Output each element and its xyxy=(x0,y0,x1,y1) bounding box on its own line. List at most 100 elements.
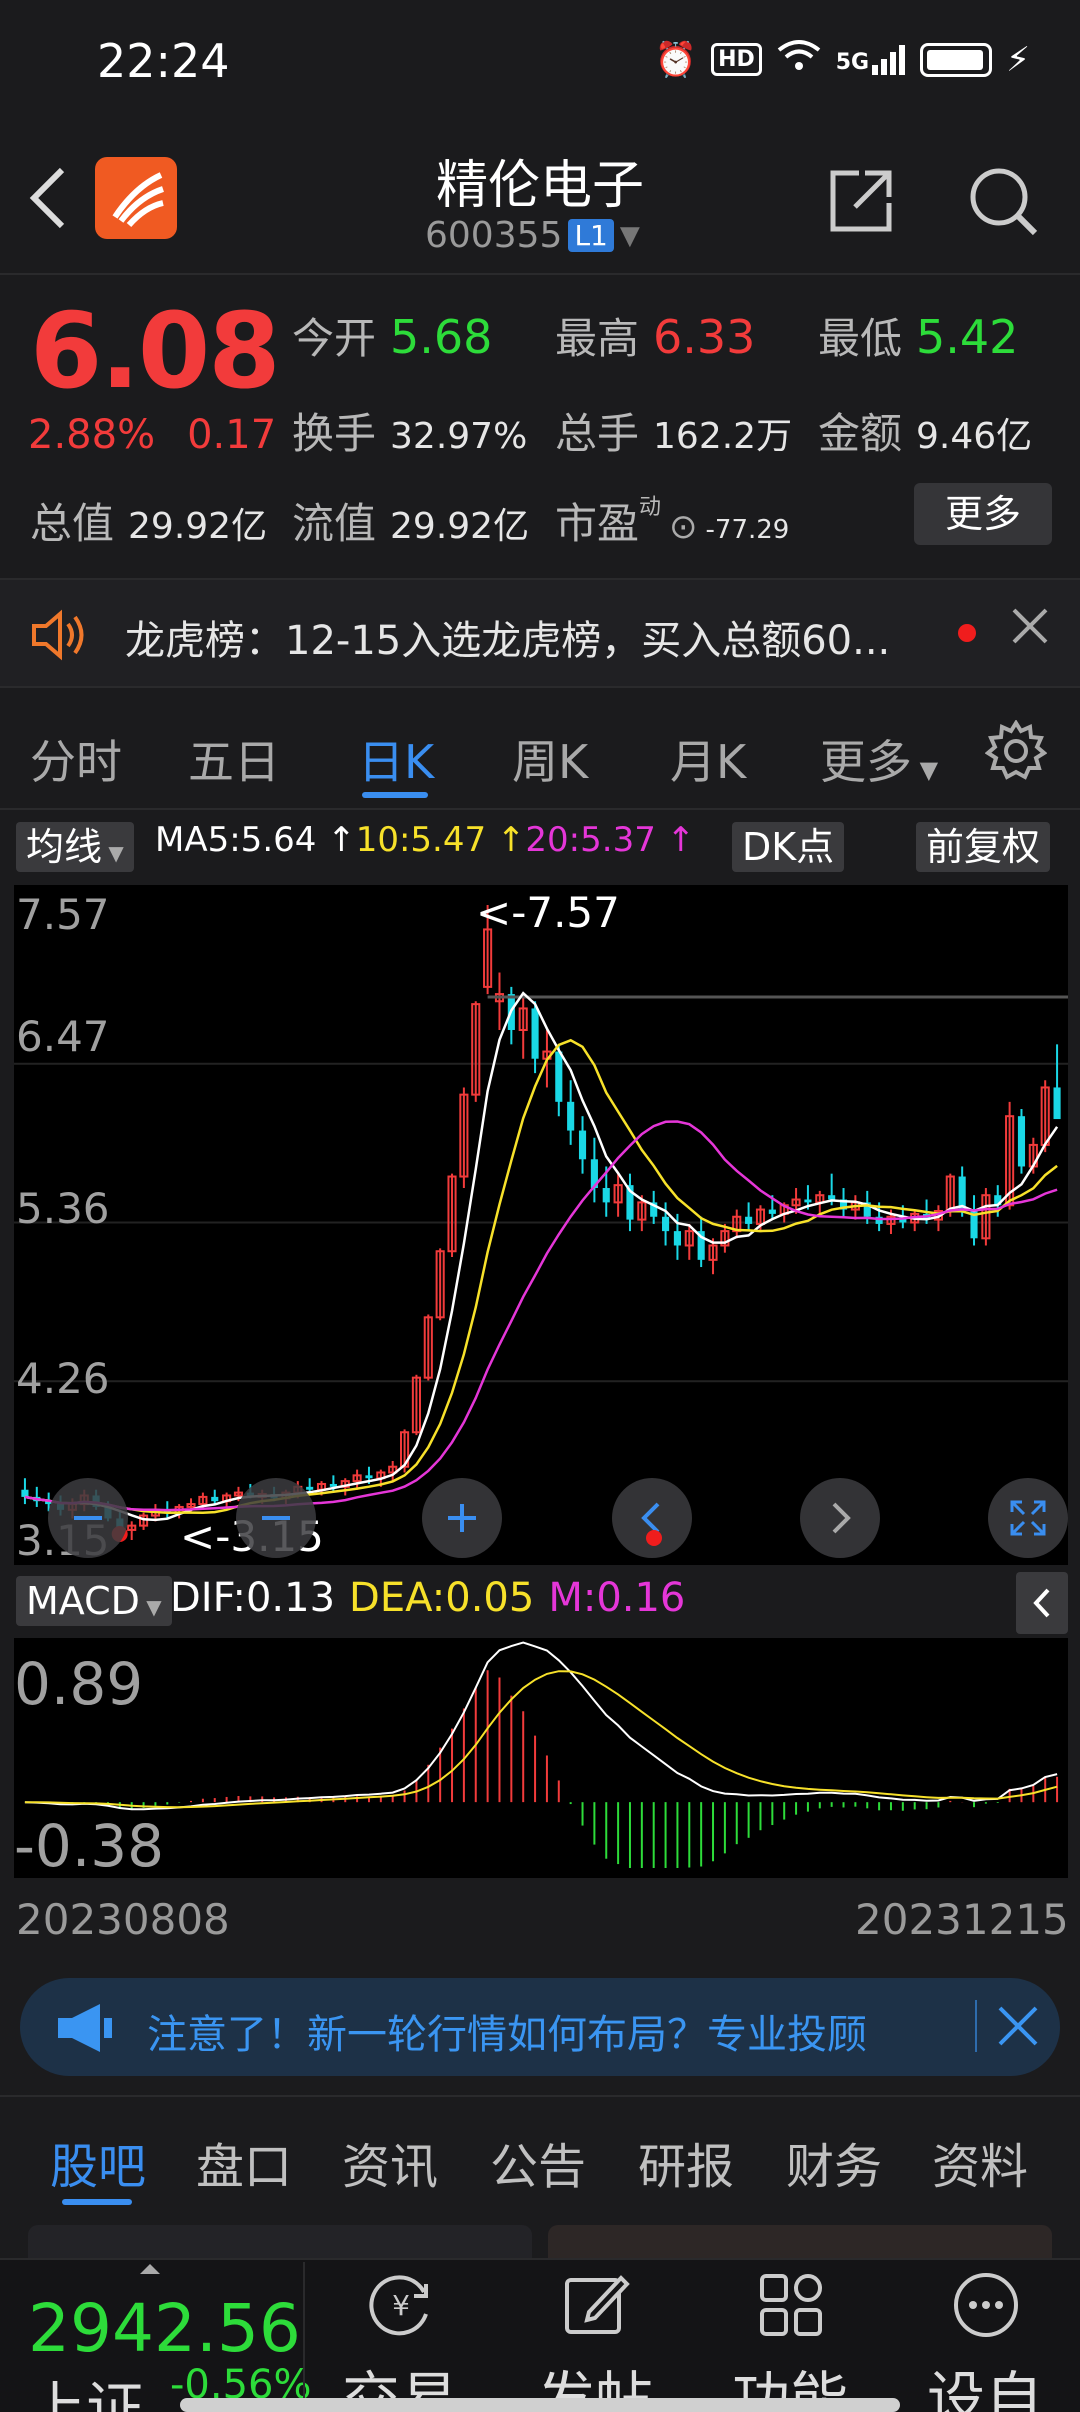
dea-line xyxy=(24,1670,1058,1809)
tab-intraday[interactable]: 分时 xyxy=(30,726,122,792)
collapse-icon[interactable] xyxy=(1016,1572,1068,1634)
dragon-tiger-notice[interactable]: 龙虎榜：12-15入选龙虎榜，买入总额60... xyxy=(0,578,1080,688)
stock-code-text: 600355 xyxy=(425,215,563,256)
adjust-button[interactable]: 前复权 xyxy=(916,822,1051,872)
battery-icon xyxy=(920,42,993,77)
current-price: 6.08 xyxy=(30,290,281,412)
gear-icon[interactable] xyxy=(984,719,1048,786)
minus-button[interactable] xyxy=(236,1478,316,1558)
nav-divider xyxy=(303,2262,305,2412)
tab-daily-k[interactable]: 日K xyxy=(358,726,434,792)
turnover-field: 换手 32.97% xyxy=(292,409,528,458)
tab-announcements[interactable]: 公告 xyxy=(490,2127,586,2197)
zoom-out-button[interactable] xyxy=(48,1478,128,1558)
float-cap-field: 流值 29.92亿 xyxy=(292,499,530,548)
dea-value: DEA:0.05 xyxy=(349,1575,535,1621)
macd-selector[interactable]: MACD ▼ xyxy=(16,1576,172,1626)
ad-close-icon[interactable] xyxy=(996,2004,1040,2052)
ad-divider xyxy=(975,2000,977,2052)
advisor-ad-banner[interactable]: 注意了！新一轮行情如何布局？专业投顾 xyxy=(20,1978,1060,2076)
candle-body xyxy=(768,1209,776,1214)
hd-icon: HD xyxy=(711,43,762,76)
ma-values: MA5:5.64 ↑ 10:5.47 ↑ 20:5.37 ↑ xyxy=(155,820,695,860)
tab-more[interactable]: 更多 ▼ xyxy=(820,726,938,792)
scroll-left-button[interactable] xyxy=(612,1478,692,1558)
active-tab-indicator xyxy=(362,792,428,798)
candle-body xyxy=(602,1188,610,1203)
ad-text: 注意了！新一轮行情如何布局？专业投顾 xyxy=(147,2012,867,2058)
tab-orderbook[interactable]: 盘口 xyxy=(196,2127,292,2197)
notice-text: 龙虎榜：12-15入选龙虎榜，买入总额60... xyxy=(125,618,891,664)
fullscreen-button[interactable] xyxy=(988,1478,1068,1558)
tab-research[interactable]: 研报 xyxy=(638,2127,734,2197)
info-icon[interactable]: ⊙ xyxy=(669,507,698,547)
wifi-icon xyxy=(776,38,822,81)
svg-text:¥: ¥ xyxy=(392,2289,410,2322)
megaphone-icon xyxy=(54,2002,116,2058)
macd-chart[interactable] xyxy=(14,1638,1068,1878)
position-dot xyxy=(646,1530,662,1546)
candle-body xyxy=(828,1195,836,1200)
level-badge: L1 xyxy=(568,219,614,252)
tab-news[interactable]: 资讯 xyxy=(342,2127,438,2197)
candle-body xyxy=(673,1231,681,1246)
y-tick-3: 5.36 xyxy=(16,1184,110,1233)
tab-finance[interactable]: 财务 xyxy=(786,2127,882,2197)
start-date: 20230808 xyxy=(16,1895,230,1944)
kline-svg xyxy=(14,905,1068,1542)
zoom-in-button[interactable] xyxy=(422,1478,502,1558)
stock-name: 精伦电子 xyxy=(435,156,644,216)
more-button[interactable]: 更多 xyxy=(914,483,1052,545)
candle-body xyxy=(306,1486,314,1490)
index-value[interactable]: 2942.56 xyxy=(28,2290,301,2367)
edit-icon xyxy=(565,2275,630,2334)
tab-five-day[interactable]: 五日 xyxy=(188,726,280,792)
candle-body xyxy=(1053,1087,1061,1120)
signal-icon: 5G xyxy=(836,44,906,75)
candle-body xyxy=(578,1130,587,1160)
tab-profile[interactable]: 资料 xyxy=(932,2127,1028,2197)
macd-svg xyxy=(24,1641,1059,1868)
open-field: 今开 5.68 xyxy=(292,310,493,364)
change-amount: 0.17 xyxy=(187,412,277,458)
unread-dot xyxy=(958,624,976,642)
candle-body xyxy=(531,1008,539,1059)
index-name: 上证 xyxy=(28,2375,145,2412)
candle-body xyxy=(211,1496,219,1502)
candle-body xyxy=(804,1199,812,1203)
close-icon[interactable] xyxy=(1010,606,1050,650)
macd-y-min: -0.38 xyxy=(14,1812,165,1880)
tab-monthly-k[interactable]: 月K xyxy=(670,726,746,792)
candle-body xyxy=(745,1216,753,1224)
amount-field: 金额 9.46亿 xyxy=(818,409,1033,458)
status-time: 22:24 xyxy=(97,34,230,88)
dropdown-icon: ▼ xyxy=(619,220,640,251)
tab-forum[interactable]: 股吧 xyxy=(50,2127,146,2197)
share-icon[interactable] xyxy=(825,165,897,241)
y-tick-4: 4.26 xyxy=(16,1354,110,1403)
search-icon[interactable] xyxy=(965,163,1041,243)
active-content-tab-indicator xyxy=(62,2199,132,2205)
grid-icon xyxy=(760,2274,822,2336)
candle-body xyxy=(567,1101,575,1131)
macd-y-max: 0.89 xyxy=(14,1650,144,1718)
candle-body xyxy=(958,1176,966,1210)
status-bar: 22:24 ⏰ HD 5G ⚡ xyxy=(0,0,1080,125)
dif-line xyxy=(24,1641,1058,1811)
expand-arrow-icon[interactable] xyxy=(140,2264,160,2274)
tab-weekly-k[interactable]: 周K xyxy=(512,726,588,792)
high-field: 最高 6.33 xyxy=(555,310,756,364)
kline-chart[interactable] xyxy=(14,885,1068,1565)
candle-body xyxy=(365,1475,373,1479)
stock-code[interactable]: 600355 L1 ▼ xyxy=(425,215,640,256)
ma5-value: MA5:5.64 ↑ xyxy=(155,820,356,860)
ma-selector[interactable]: 均线 ▼ xyxy=(16,822,134,872)
trade-icon: ¥ xyxy=(369,2275,428,2336)
dk-point-button[interactable]: DK点 xyxy=(732,822,845,872)
more-icon xyxy=(954,2273,1018,2337)
scroll-right-button[interactable] xyxy=(800,1478,880,1558)
y-tick-max: 7.57 xyxy=(16,890,110,939)
max-annotation: <-7.57 xyxy=(476,888,620,937)
volume-field: 总手 162.2万 xyxy=(555,409,793,458)
candle-body xyxy=(555,1051,563,1102)
